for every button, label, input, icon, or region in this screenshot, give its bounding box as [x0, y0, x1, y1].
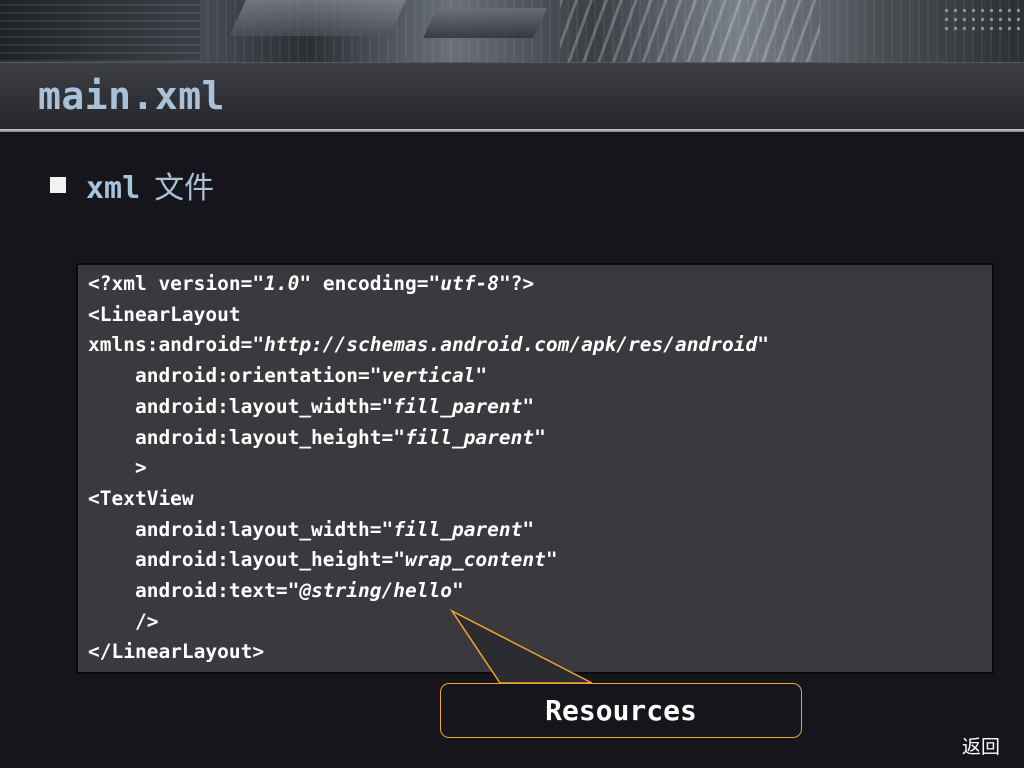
banner-chip-graphic-small [423, 8, 547, 38]
code-line-8: <TextView [88, 486, 194, 510]
code-line-4: android:orientation="vertical" [88, 364, 488, 388]
resources-callout: Resources [440, 683, 802, 738]
banner-stripes [560, 0, 820, 62]
code-line-13: </LinearLayout> [88, 640, 265, 664]
code-line-6: android:layout_height="fill_parent" [88, 425, 546, 449]
page-title: main.xml [38, 74, 226, 118]
bullet-heading: xml 文件 [86, 163, 214, 207]
code-line-1: <?xml version="1.0" encoding="utf-8"?> [88, 272, 535, 295]
bullet-label-cn: 文件 [154, 171, 215, 206]
banner-circuit-left [0, 0, 200, 62]
banner-chip-graphic [229, 0, 411, 36]
bullet-label: xml [86, 171, 141, 206]
header-banner [0, 0, 1024, 62]
code-line-11: android:text="@string/hello" [88, 579, 464, 603]
code-line-9: android:layout_width="fill_parent" [88, 517, 535, 541]
code-line-12: /> [88, 609, 159, 633]
back-link[interactable]: 返回 [962, 732, 1000, 759]
code-line-2: <LinearLayout [88, 302, 241, 326]
banner-dot-grid [942, 6, 1020, 36]
title-divider [0, 129, 1024, 132]
code-line-7: > [88, 456, 147, 480]
code-line-5: android:layout_width="fill_parent" [88, 394, 535, 418]
code-listing: <?xml version="1.0" encoding="utf-8"?> <… [88, 269, 769, 668]
code-line-3: xmlns:android="http://schemas.android.co… [88, 333, 769, 357]
square-bullet-icon [50, 177, 66, 193]
code-line-10: android:layout_height="wrap_content" [88, 548, 558, 572]
